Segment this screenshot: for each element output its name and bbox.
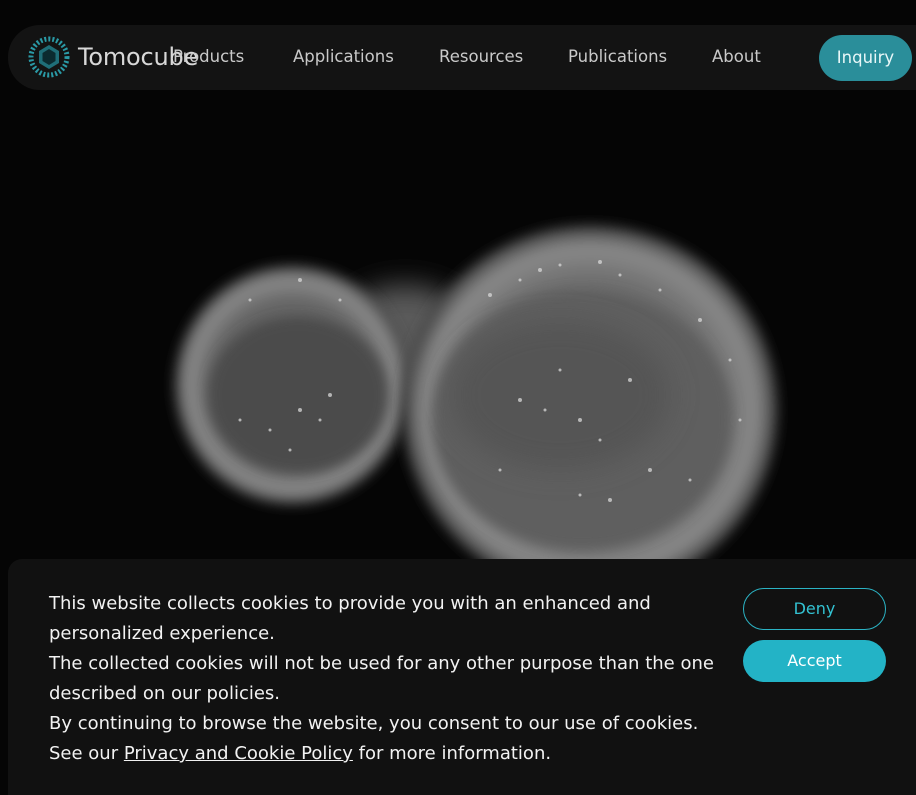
cookie-banner: This website collects cookies to provide… [8, 559, 916, 795]
inquiry-button[interactable]: Inquiry [819, 35, 912, 81]
accept-button[interactable]: Accept [743, 640, 886, 682]
nav-item-about[interactable]: About [712, 47, 761, 67]
nav-item-products[interactable]: Products [173, 47, 244, 67]
cookie-line-3: By continuing to browse the website, you… [49, 713, 699, 734]
nav-item-applications[interactable]: Applications [293, 47, 394, 67]
cookie-line-1: This website collects cookies to provide… [49, 593, 651, 644]
tomocube-logo-icon [28, 36, 70, 78]
nav-item-publications[interactable]: Publications [568, 47, 667, 67]
cookie-line-4-suffix: for more information. [352, 743, 552, 764]
cookie-line-4-prefix: See our [49, 743, 124, 764]
page: Tomocube Products Applications Resources… [0, 0, 916, 795]
cookie-line-2: The collected cookies will not be used f… [49, 653, 714, 704]
deny-button[interactable]: Deny [743, 588, 886, 630]
top-navbar: Tomocube Products Applications Resources… [8, 25, 916, 90]
privacy-policy-link[interactable]: Privacy and Cookie Policy [124, 743, 353, 764]
cookie-message: This website collects cookies to provide… [49, 589, 719, 769]
nav-item-resources[interactable]: Resources [439, 47, 523, 67]
cookie-line-4: See our Privacy and Cookie Policy for mo… [49, 739, 719, 769]
